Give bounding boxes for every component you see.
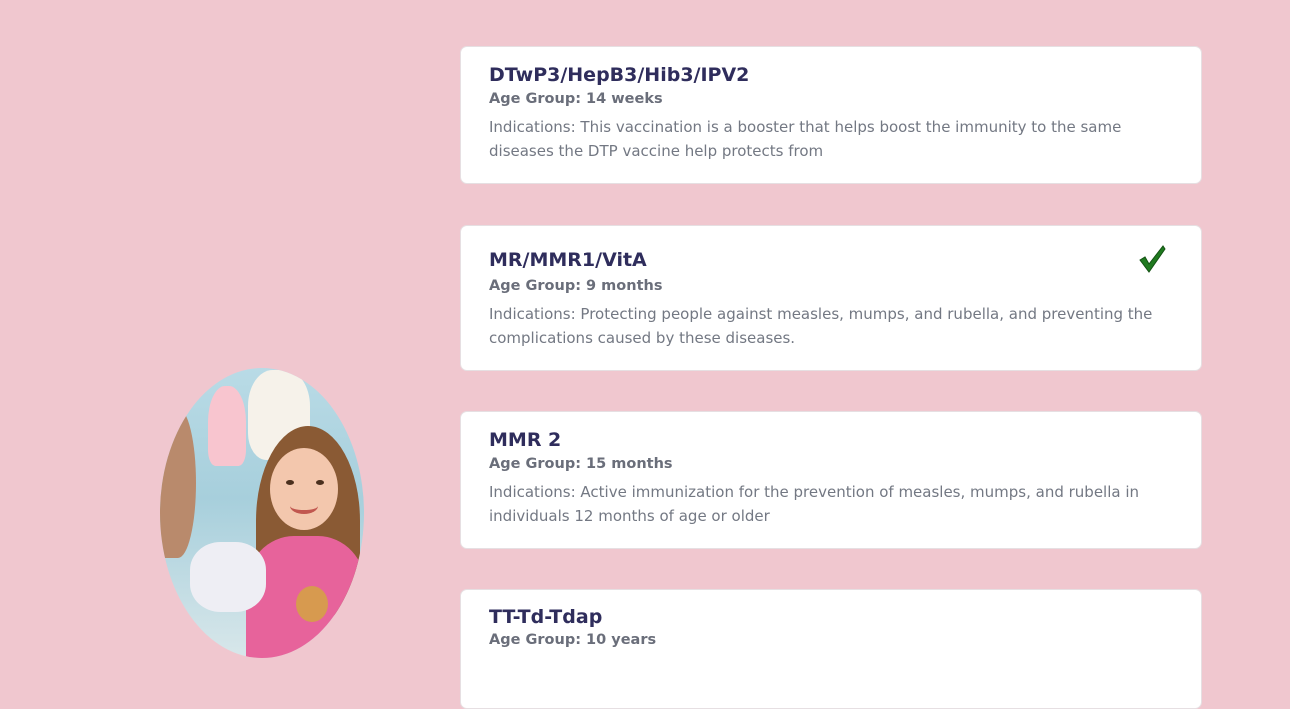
child-face xyxy=(270,448,338,530)
checkmark-icon xyxy=(1139,245,1166,273)
vaccine-name: MMR 2 xyxy=(489,429,562,451)
vaccine-name: MR/MMR1/VitA xyxy=(489,249,647,271)
nurse-figure xyxy=(160,408,196,558)
vaccine-indications: Indications: Active immunization for the… xyxy=(489,483,1140,525)
vaccine-age-group: Age Group: 15 months xyxy=(489,456,673,472)
vaccine-card[interactable]: DTwP3/HepB3/Hib3/IPV2 Age Group: 14 week… xyxy=(460,46,1202,184)
child-eye xyxy=(316,480,324,485)
vaccination-photo xyxy=(160,368,364,658)
child-smile xyxy=(290,498,318,514)
vaccine-card[interactable]: MR/MMR1/VitA Age Group: 9 months Indicat… xyxy=(460,225,1202,371)
child-eye xyxy=(286,480,294,485)
vaccine-age-group: Age Group: 9 months xyxy=(489,278,663,294)
wall-decoration xyxy=(208,386,246,466)
vaccine-age-group: Age Group: 10 years xyxy=(489,632,657,648)
vaccine-name: DTwP3/HepB3/Hib3/IPV2 xyxy=(489,64,750,86)
gloved-hand xyxy=(190,542,266,612)
vaccine-age-group: Age Group: 14 weeks xyxy=(489,91,663,107)
vaccine-card[interactable]: TT-Td-Tdap Age Group: 10 years xyxy=(460,589,1202,709)
vaccine-name: TT-Td-Tdap xyxy=(489,606,603,628)
teddy-patch xyxy=(296,586,328,622)
vaccine-indications: Indications: This vaccination is a boost… xyxy=(489,118,1122,160)
vaccine-card[interactable]: MMR 2 Age Group: 15 months Indications: … xyxy=(460,411,1202,549)
vaccine-indications: Indications: Protecting people against m… xyxy=(489,305,1153,347)
